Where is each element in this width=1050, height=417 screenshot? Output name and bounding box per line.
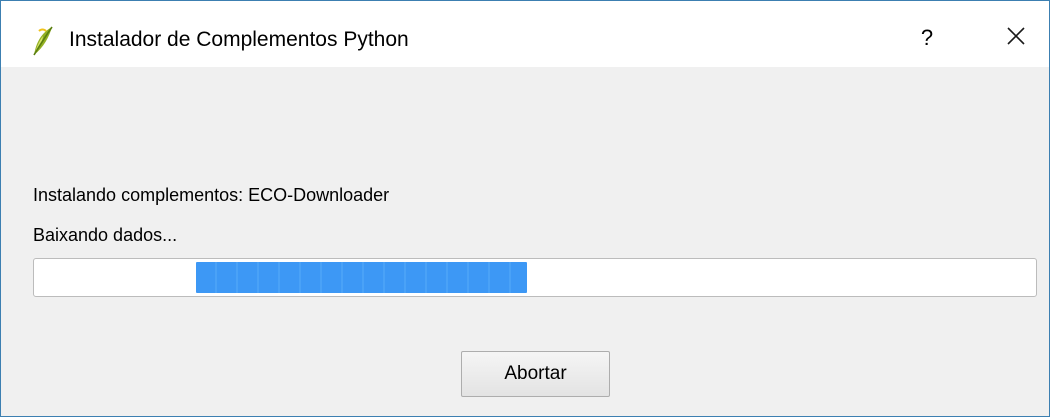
window-title: Instalador de Complementos Python: [69, 28, 409, 51]
close-button[interactable]: [988, 15, 1044, 61]
installing-plugins-label: Instalando complementos: ECO-Downloader: [33, 185, 390, 205]
close-icon: [1006, 26, 1026, 51]
plugin-installer-dialog: Instalador de Complementos Python ? Inst…: [0, 0, 1050, 417]
abort-button[interactable]: Abortar: [461, 351, 610, 397]
progress-indicator: [196, 262, 527, 293]
title-bar: Instalador de Complementos Python ?: [1, 1, 1049, 67]
help-button[interactable]: ?: [899, 15, 955, 61]
qgis-logo-icon: [31, 25, 55, 57]
download-progress-bar: [33, 258, 1037, 297]
downloading-data-label: Baixando dados...: [33, 225, 178, 245]
